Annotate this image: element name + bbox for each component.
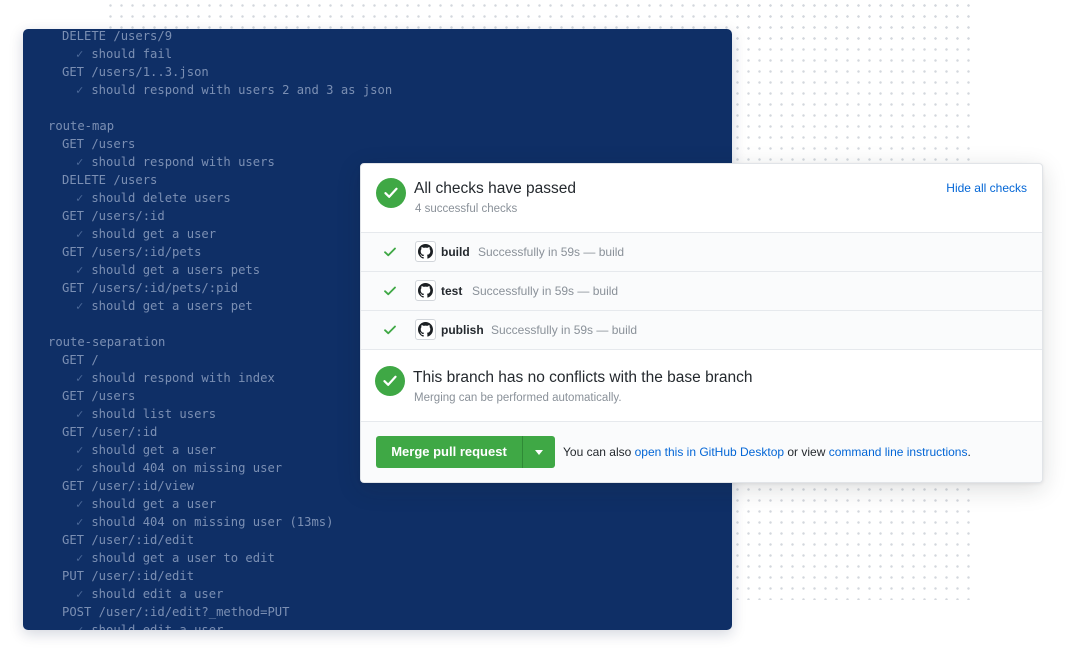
github-icon — [415, 241, 436, 262]
check-row-test: test Successfully in 59s — build — [361, 272, 1042, 311]
terminal-line-text: GET /user/:id/edit — [62, 533, 194, 547]
terminal-line: route-map — [23, 117, 732, 135]
terminal-line-text: should get a user — [91, 443, 216, 457]
conflict-subtitle: Merging can be performed automatically. — [414, 392, 622, 404]
terminal-line-text: should get a user — [91, 227, 216, 241]
chevron-down-icon — [535, 450, 543, 455]
check-status: Successfully in 59s — build — [478, 245, 624, 259]
checks-subtitle: 4 successful checks — [415, 203, 517, 215]
check-row-build: build Successfully in 59s — build — [361, 233, 1042, 272]
terminal-line: GET /user/:id/edit — [23, 531, 732, 549]
terminal-line: PUT /user/:id/edit — [23, 567, 732, 585]
check-name: publish — [441, 323, 484, 337]
terminal-line: POST /user/:id/edit?_method=PUT — [23, 603, 732, 621]
hint-prefix: You can also — [563, 445, 635, 459]
terminal-line-text: DELETE /users/9 — [62, 29, 172, 43]
terminal-line-text: should get a users pets — [91, 263, 260, 277]
terminal-line: GET /users/1..3.json — [23, 63, 732, 81]
test-pass-icon: ✓ — [76, 407, 83, 421]
test-pass-icon: ✓ — [76, 461, 83, 475]
checks-passed-icon — [376, 178, 406, 208]
terminal-line — [23, 99, 732, 117]
terminal-line-text: GET /users/1..3.json — [62, 65, 209, 79]
terminal-line-text: should 404 on missing user — [91, 461, 282, 475]
terminal-line-text: should delete users — [91, 191, 230, 205]
terminal-line-text: GET /user/:id/view — [62, 479, 194, 493]
test-pass-icon: ✓ — [76, 263, 83, 277]
terminal-line: ✓ should respond with users 2 and 3 as js… — [23, 81, 732, 99]
test-pass-icon: ✓ — [76, 497, 83, 511]
terminal-line: ✓ should 404 on missing user (13ms) — [23, 513, 732, 531]
terminal-line-text: should 404 on missing user (13ms) — [91, 515, 333, 529]
conflict-status: This branch has no conflicts with the ba… — [361, 350, 1042, 422]
terminal-line-text: should respond with index — [91, 371, 274, 385]
terminal-line-text: should respond with users — [91, 155, 274, 169]
terminal-line-text: should fail — [91, 47, 172, 61]
terminal-line-text: should edit a user — [91, 587, 223, 601]
test-pass-icon: ✓ — [76, 191, 83, 205]
check-row-publish: publish Successfully in 59s — build — [361, 311, 1042, 350]
terminal-line-text: should get a user to edit — [91, 551, 274, 565]
merge-area: Merge pull request You can also open thi… — [361, 422, 1042, 483]
check-status: Successfully in 59s — build — [491, 323, 637, 337]
terminal-line: ✓ should get a user to edit — [23, 549, 732, 567]
terminal-line-text: GET /users — [62, 389, 135, 403]
check-icon — [384, 286, 396, 296]
merge-pull-request-button[interactable]: Merge pull request — [376, 436, 522, 468]
test-pass-icon: ✓ — [76, 47, 83, 61]
github-icon — [415, 319, 436, 340]
check-name: build — [441, 245, 470, 259]
terminal-line-text: should get a user — [91, 497, 216, 511]
test-pass-icon: ✓ — [76, 587, 83, 601]
test-pass-icon: ✓ — [76, 227, 83, 241]
test-pass-icon: ✓ — [76, 623, 83, 630]
test-pass-icon: ✓ — [76, 515, 83, 529]
checks-title: All checks have passed — [414, 180, 576, 198]
test-pass-icon: ✓ — [76, 155, 83, 169]
terminal-line-text: should respond with users 2 and 3 as jso… — [91, 83, 392, 97]
terminal-line-text: GET /users/:id/pets — [62, 245, 201, 259]
github-desktop-link[interactable]: open this in GitHub Desktop — [635, 445, 784, 459]
terminal-line: DELETE /users/9 — [23, 29, 732, 45]
terminal-line-text: GET /users/:id/pets/:pid — [62, 281, 238, 295]
terminal-line-text: GET /user/:id — [62, 425, 157, 439]
test-pass-icon: ✓ — [76, 371, 83, 385]
check-name: test — [441, 284, 462, 298]
terminal-line: GET /users — [23, 135, 732, 153]
merge-hint: You can also open this in GitHub Desktop… — [563, 445, 971, 459]
test-pass-icon: ✓ — [76, 443, 83, 457]
terminal-line-text: GET /users/:id — [62, 209, 165, 223]
terminal-line-text: should edit a user — [91, 623, 223, 630]
terminal-line: ✓ should edit a user — [23, 621, 732, 630]
terminal-line-text: PUT /user/:id/edit — [62, 569, 194, 583]
terminal-line-text: should get a users pet — [91, 299, 252, 313]
hint-middle: or view — [784, 445, 829, 459]
check-status: Successfully in 59s — build — [472, 284, 618, 298]
hide-all-checks-link[interactable]: Hide all checks — [946, 181, 1027, 195]
test-pass-icon: ✓ — [76, 299, 83, 313]
check-icon — [384, 247, 396, 257]
check-icon — [384, 325, 396, 335]
terminal-line-text: route-map — [48, 119, 114, 133]
test-pass-icon: ✓ — [76, 551, 83, 565]
terminal-line-text: DELETE /users — [62, 173, 157, 187]
conflict-title: This branch has no conflicts with the ba… — [413, 369, 752, 387]
terminal-line-text: route-separation — [48, 335, 165, 349]
terminal-line: ✓ should edit a user — [23, 585, 732, 603]
merge-options-dropdown[interactable] — [522, 436, 555, 468]
merge-status-card: All checks have passed 4 successful chec… — [360, 163, 1043, 483]
terminal-line: ✓ should get a user — [23, 495, 732, 513]
terminal-line: ✓ should fail — [23, 45, 732, 63]
terminal-line-text: POST /user/:id/edit?_method=PUT — [62, 605, 289, 619]
terminal-line-text: GET /users — [62, 137, 135, 151]
test-pass-icon: ✓ — [76, 83, 83, 97]
terminal-line-text: GET / — [62, 353, 99, 367]
hint-suffix: . — [967, 445, 970, 459]
command-line-instructions-link[interactable]: command line instructions — [829, 445, 968, 459]
github-icon — [415, 280, 436, 301]
checks-header: All checks have passed 4 successful chec… — [361, 164, 1042, 233]
terminal-line-text: should list users — [91, 407, 216, 421]
no-conflicts-icon — [375, 366, 405, 396]
stage: DELETE /users/9 ✓ should fail GET /users/1.… — [0, 0, 1080, 654]
